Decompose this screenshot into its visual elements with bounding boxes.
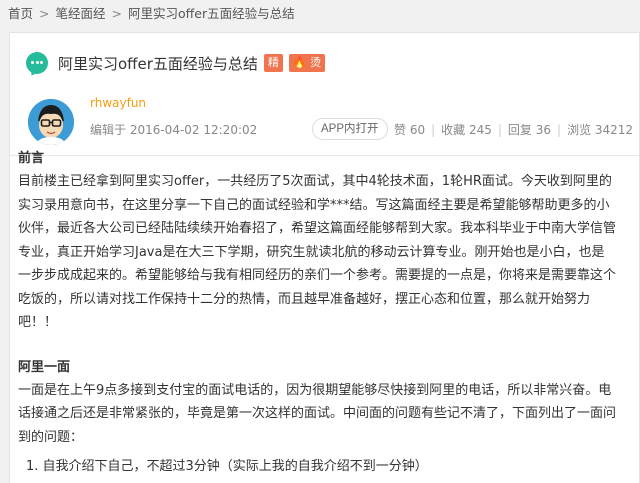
stats-divider: |	[557, 123, 562, 137]
stats-divider: |	[431, 123, 436, 137]
avatar[interactable]	[28, 99, 74, 145]
breadcrumb-current: 阿里实习offer五面经验与总结	[128, 6, 295, 21]
avatar-cartoon-icon	[28, 99, 74, 145]
interview-1-paragraph: 一面是在上午9点多接到支付宝的面试电话的，因为很期望能够尽快接到阿里的电话，所以…	[18, 382, 617, 445]
section-heading-preface: 前言	[18, 151, 45, 166]
edit-timestamp: 编辑于 2016-04-02 12:20:02	[90, 123, 258, 137]
flame-icon: 🔥	[292, 56, 307, 69]
title-row: 阿里实习offer五面经验与总结 精 🔥 烫	[26, 51, 326, 75]
chat-bubble-icon	[26, 52, 48, 74]
author-name-link[interactable]: rhwayfun	[90, 96, 146, 110]
replies-count: 回复 36	[507, 123, 552, 137]
featured-badge: 精	[263, 54, 283, 72]
views-count: 浏览 34212	[567, 123, 634, 137]
post-title: 阿里实习offer五面经验与总结	[58, 54, 258, 73]
stats-divider: |	[497, 123, 502, 137]
list-item: 1. 自我介绍下自己，不超过3分钟（实际上我的自我介绍不到一分钟）	[26, 459, 428, 474]
hot-badge-label: 烫	[310, 56, 322, 69]
breadcrumb-category-link[interactable]: 笔经面经	[56, 6, 106, 21]
breadcrumb-separator: >	[111, 6, 122, 21]
favorites-count[interactable]: 收藏 245	[441, 123, 492, 137]
breadcrumb: 首页 > 笔经面经 > 阿里实习offer五面经验与总结	[8, 3, 295, 23]
post-header: 阿里实习offer五面经验与总结 精 🔥 烫 rhwayfun 编辑于 2016…	[10, 33, 639, 156]
post-stats: 赞 60 | 收藏 245 | 回复 36 | 浏览 34212	[394, 121, 633, 138]
hot-badge: 🔥 烫	[288, 54, 326, 72]
post-content: 前言 目前楼主已经拿到阿里实习offer，一共经历了5次面试，其中4轮技术面，1…	[18, 148, 616, 479]
question-list: 1. 自我介绍下自己，不超过3分钟（实际上我的自我介绍不到一分钟）	[18, 455, 616, 479]
open-in-app-button[interactable]: APP内打开	[312, 118, 388, 140]
preface-paragraph: 目前楼主已经拿到阿里实习offer，一共经历了5次面试，其中4轮技术面，1轮HR…	[18, 174, 617, 330]
breadcrumb-home-link[interactable]: 首页	[8, 6, 33, 21]
likes-count[interactable]: 赞 60	[394, 123, 425, 137]
section-heading-interview-1: 阿里一面	[18, 359, 71, 375]
breadcrumb-separator: >	[39, 6, 50, 21]
